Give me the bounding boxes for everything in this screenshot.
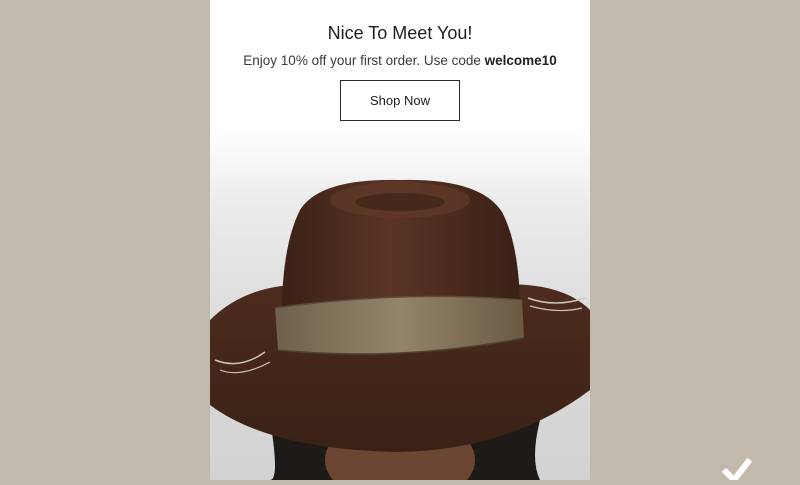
hat-product-image — [210, 130, 590, 480]
newsletter-popup: Nice To Meet You! Enjoy 10% off your fir… — [210, 0, 590, 480]
popup-title: Nice To Meet You! — [327, 23, 473, 43]
checkmark-logo-icon[interactable] — [720, 456, 760, 485]
popup-copy: Nice To Meet You! Enjoy 10% off your fir… — [210, 0, 590, 130]
popup-subtitle: Enjoy 10% off your first order. Use code… — [210, 53, 590, 68]
shop-now-button[interactable]: Shop Now — [340, 80, 460, 121]
discount-code: welcome10 — [484, 53, 557, 68]
hat-illustration — [210, 179, 590, 480]
offer-text: Enjoy 10% off your first order. Use code — [243, 53, 485, 68]
